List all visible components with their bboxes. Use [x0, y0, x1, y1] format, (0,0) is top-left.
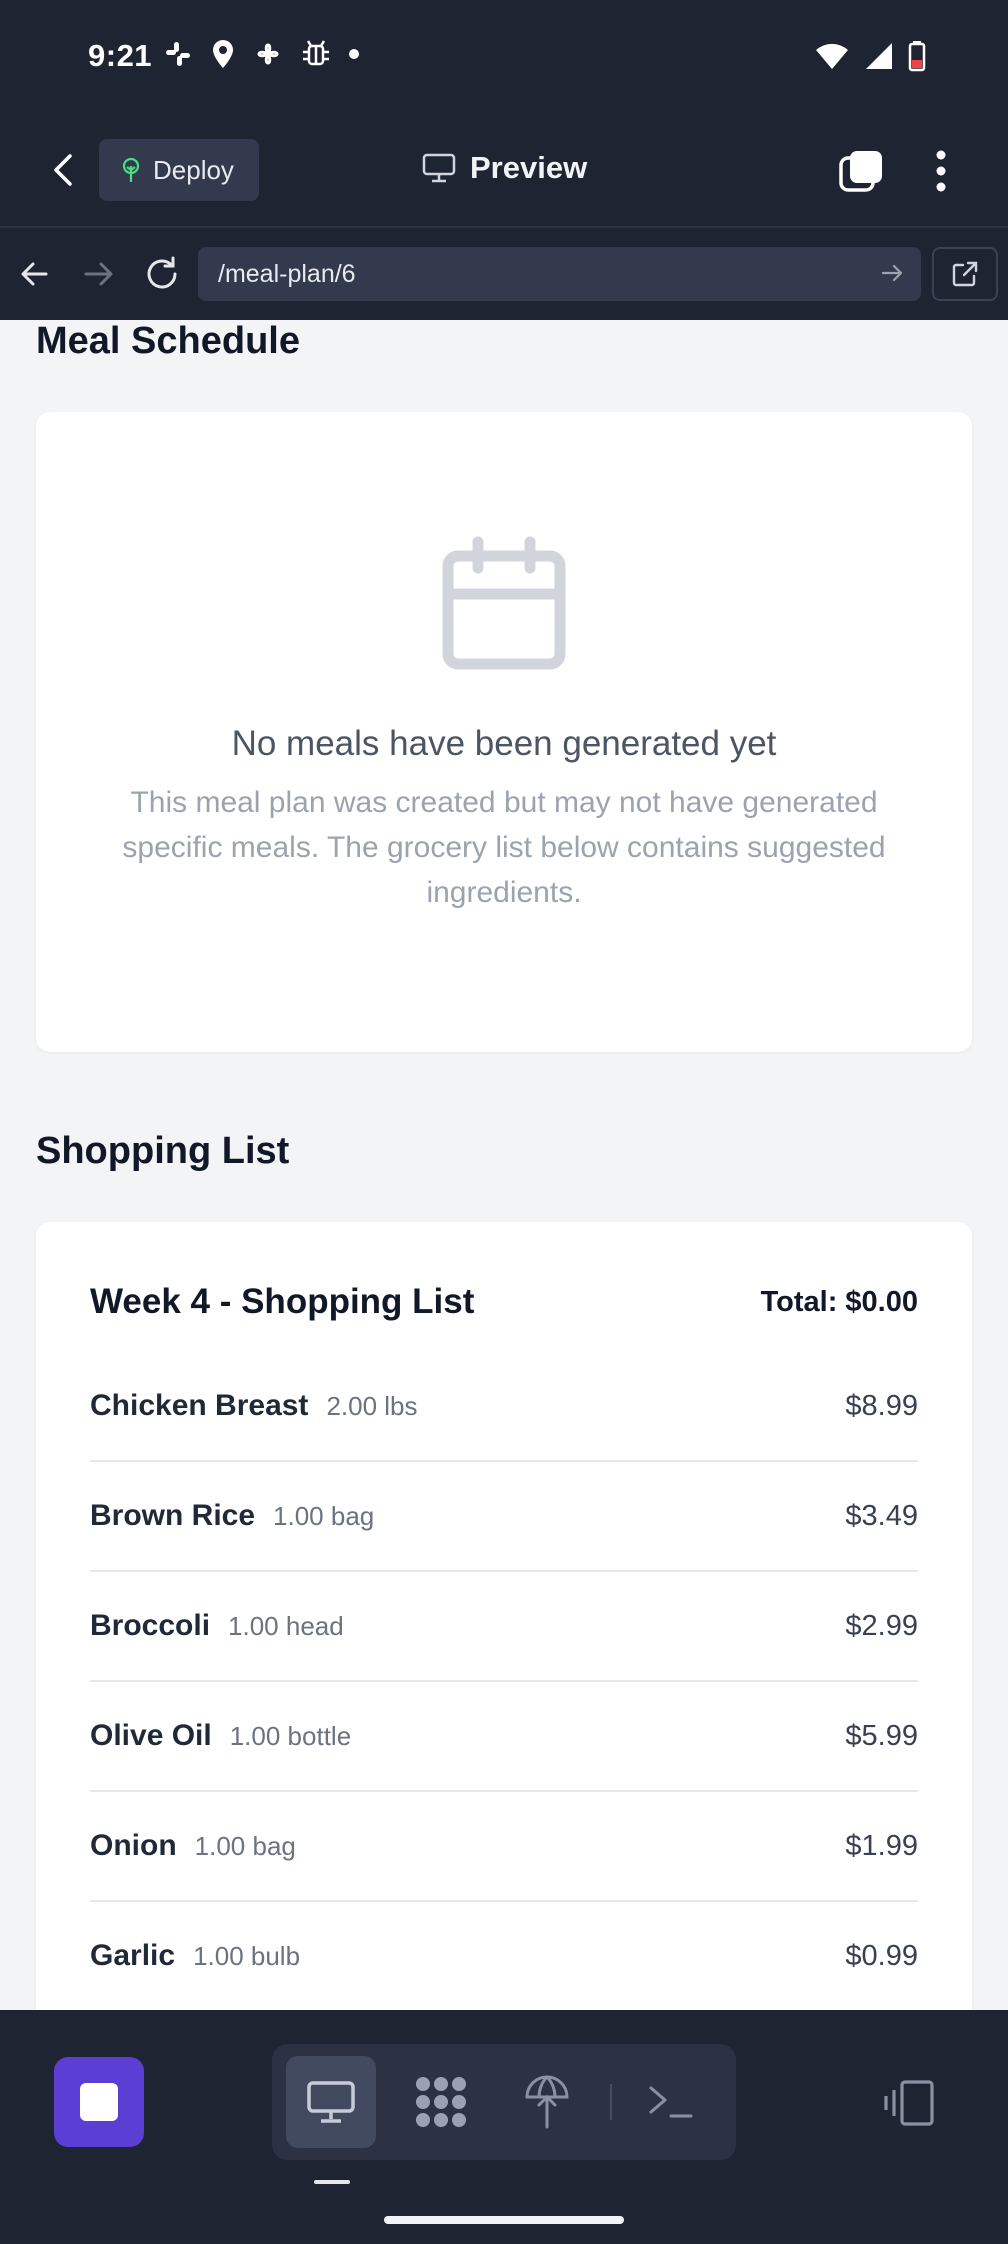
back-button[interactable]: [44, 148, 84, 192]
reload-button[interactable]: [142, 254, 182, 294]
item-name: Olive Oil: [90, 1719, 212, 1752]
item-name: Garlic: [90, 1939, 176, 1972]
meal-schedule-heading: Meal Schedule: [36, 320, 300, 362]
chevron-left-icon: [54, 154, 72, 186]
go-arrow-icon[interactable]: [879, 260, 905, 286]
device-view-button[interactable]: [880, 2078, 936, 2128]
item-quantity: 1.00 bag: [273, 1501, 375, 1531]
list-item: Chicken Breast 2.00 lbs $8.99: [90, 1352, 918, 1462]
system-icons: [814, 40, 926, 72]
list-item: Garlic 1.00 bulb $0.99: [90, 1902, 918, 2010]
terminal-icon: [649, 2086, 693, 2118]
item-price: $2.99: [845, 1609, 918, 1642]
shopping-list-total: Total: $0.00: [760, 1285, 918, 1318]
page-content: Meal Schedule No meals have been generat…: [0, 320, 1008, 2010]
tab-apps[interactable]: [396, 2056, 486, 2148]
home-indicator[interactable]: [384, 2216, 624, 2224]
more-options-button[interactable]: [924, 148, 958, 194]
more-vertical-icon: [936, 150, 946, 192]
list-item: Onion 1.00 bag $1.99: [90, 1792, 918, 1902]
item-price: $5.99: [845, 1719, 918, 1752]
view-switcher: [272, 2044, 736, 2160]
notification-icons: [162, 38, 360, 70]
item-quantity: 1.00 bag: [194, 1831, 296, 1861]
signal-icon: [866, 43, 892, 69]
shopping-list-card: Week 4 - Shopping List Total: $0.00 Chic…: [36, 1222, 972, 2010]
item-quantity: 1.00 head: [228, 1611, 344, 1641]
apps-icon: [416, 2077, 466, 2127]
item-name: Chicken Breast: [90, 1389, 309, 1422]
item-price: $8.99: [845, 1389, 918, 1422]
location-icon: [213, 40, 233, 68]
shopping-items: Chicken Breast 2.00 lbs $8.99 Brown Rice 1…: [90, 1352, 918, 2010]
tabs-button[interactable]: [838, 148, 884, 194]
item-price: $0.99: [845, 1939, 918, 1972]
divider: [610, 2084, 612, 2120]
url-bar: /meal-plan/6: [0, 230, 1008, 320]
deploy-tree-icon: [122, 157, 140, 182]
status-time: 9:21: [88, 38, 153, 73]
deploy-icon: [525, 2075, 569, 2129]
shopping-list-title: Week 4 - Shopping List: [90, 1282, 475, 1321]
arrow-left-icon: [21, 262, 48, 286]
shopping-list-header: Week 4 - Shopping List Total: $0.00: [90, 1282, 918, 1322]
tab-desktop[interactable]: [286, 2056, 376, 2148]
item-name: Broccoli: [90, 1609, 211, 1642]
device-frame-icon: [884, 2080, 934, 2126]
slack-icon: [166, 42, 190, 66]
active-tab-indicator: [314, 2180, 350, 2184]
desktop-icon: [307, 2081, 355, 2123]
item-name: Onion: [90, 1829, 177, 1862]
bottom-bar: [0, 2010, 1008, 2244]
tab-terminal[interactable]: [626, 2056, 716, 2148]
external-link-icon: [952, 261, 978, 287]
deploy-label: Deploy: [153, 154, 234, 185]
item-quantity: 2.00 lbs: [326, 1391, 418, 1421]
stop-button[interactable]: [54, 2057, 144, 2147]
open-external-button[interactable]: [932, 247, 998, 301]
app-toolbar: Deploy Preview: [0, 112, 1008, 228]
empty-state-title: No meals have been generated yet: [231, 724, 777, 763]
nav-back-button[interactable]: [16, 254, 56, 294]
preview-title: Preview: [422, 150, 587, 186]
item-quantity: 1.00 bulb: [193, 1941, 301, 1971]
deploy-button[interactable]: Deploy: [99, 139, 259, 201]
shopping-list-heading: Shopping List: [36, 1130, 290, 1172]
list-item: Brown Rice 1.00 bag $3.49: [90, 1462, 918, 1572]
monitor-icon: [422, 153, 456, 183]
battery-icon: [908, 41, 926, 72]
calendar-icon: [442, 536, 566, 670]
dot-icon: [349, 49, 359, 59]
item-price: $1.99: [845, 1829, 918, 1862]
pinwheel-icon: [257, 43, 279, 65]
empty-state-description: This meal plan was created but may not h…: [122, 786, 886, 909]
url-text: /meal-plan/6: [218, 259, 356, 288]
stop-icon: [80, 2083, 118, 2121]
tabs-icon: [839, 151, 882, 192]
status-bar: 9:21: [0, 0, 1008, 112]
item-name: Brown Rice: [90, 1499, 256, 1532]
list-item: Olive Oil 1.00 bottle $5.99: [90, 1682, 918, 1792]
reload-icon: [147, 256, 177, 289]
item-quantity: 1.00 bottle: [229, 1721, 352, 1751]
list-item: Broccoli 1.00 head $2.99: [90, 1572, 918, 1682]
item-price: $3.49: [845, 1499, 918, 1532]
preview-label: Preview: [470, 150, 588, 185]
bug-icon: [303, 40, 329, 66]
url-input[interactable]: /meal-plan/6: [198, 247, 921, 301]
meal-schedule-empty-card: No meals have been generated yet This me…: [36, 412, 972, 1052]
tab-deploy[interactable]: [502, 2056, 592, 2148]
wifi-icon: [816, 43, 848, 69]
arrow-right-icon: [84, 262, 113, 286]
nav-forward-button[interactable]: [78, 254, 118, 294]
